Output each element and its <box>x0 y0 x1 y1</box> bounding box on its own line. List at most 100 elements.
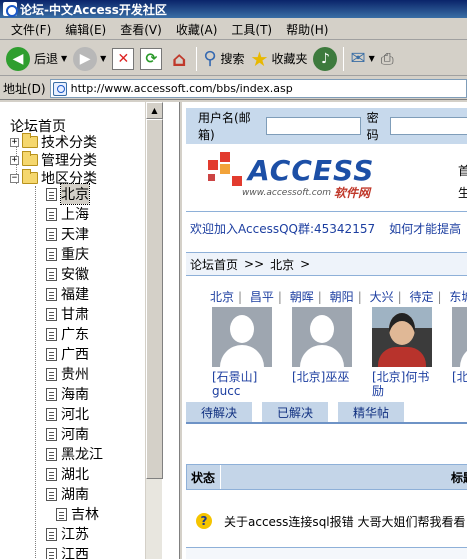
stop-button[interactable]: ✕ <box>109 45 137 73</box>
print-button[interactable]: ⎙ <box>378 45 397 73</box>
breadcrumb-current[interactable]: 北京 <box>270 256 294 273</box>
tree-leaf[interactable]: 福建 <box>46 284 89 304</box>
promo-link[interactable]: 如何才能提高 <box>389 222 461 236</box>
refresh-icon: ⟳ <box>140 47 163 70</box>
open-folder-icon <box>22 169 38 184</box>
refresh-button[interactable]: ⟳ <box>137 45 165 73</box>
back-button[interactable]: ◀ 后退 ▼ <box>3 45 70 73</box>
moderator-card[interactable]: [北京]何书励 <box>372 307 442 398</box>
tree-leaf-label: 吉林 <box>71 507 99 523</box>
tree-leaf-label: 湖南 <box>61 487 89 503</box>
topic-filter-tabs: 待解决 已解决 精华帖 <box>186 402 467 424</box>
favorites-button[interactable]: ★ 收藏夹 <box>248 45 311 73</box>
tree-leaf[interactable]: 甘肃 <box>46 304 89 324</box>
region-link[interactable]: 朝晖 <box>290 290 314 304</box>
table-row[interactable]: ? 关于access连接sql报错 大哥大姐们帮我看看 <box>186 506 467 536</box>
document-icon <box>46 407 57 421</box>
avatar[interactable] <box>212 307 272 367</box>
topic-title[interactable]: 关于access连接sql报错 大哥大姐们帮我看看 <box>224 513 465 530</box>
logo-blocks-icon <box>208 152 248 192</box>
moderator-card[interactable]: [石景山] gucc <box>212 307 282 398</box>
tree-leaf[interactable]: 河北 <box>46 404 89 424</box>
region-link[interactable]: 大兴 <box>370 290 394 304</box>
breadcrumb-home[interactable]: 论坛首页 <box>190 256 238 273</box>
tree-leaf-label: 广东 <box>61 327 89 343</box>
menu-favorites[interactable]: 收藏(A) <box>169 21 225 38</box>
avatar[interactable] <box>292 307 352 367</box>
moderator-name[interactable]: [石景山] gucc <box>212 370 282 398</box>
tree-node-tech[interactable]: + 技术分类 <box>10 133 97 151</box>
forward-dropdown-icon[interactable]: ▼ <box>100 54 106 63</box>
tab-unsolved[interactable]: 待解决 <box>186 402 252 422</box>
menu-view[interactable]: 查看(V) <box>113 21 169 38</box>
tree-leaf-label: 贵州 <box>61 367 89 383</box>
region-link[interactable]: 朝阳 <box>330 290 354 304</box>
tree-leaf[interactable]: 湖南 <box>46 484 89 504</box>
tree-leaf[interactable]: 安徽 <box>46 264 89 284</box>
home-button[interactable]: ⌂ <box>165 45 193 73</box>
tree-leaf-label: 北京 <box>60 183 90 205</box>
forward-button[interactable]: ▶ ▼ <box>70 45 109 73</box>
document-icon <box>46 367 57 381</box>
scroll-thumb[interactable] <box>146 119 163 479</box>
tree-leaf[interactable]: 湖北 <box>46 464 89 484</box>
menu-tools[interactable]: 工具(T) <box>224 21 279 38</box>
tree-leaf[interactable]: 天津 <box>46 224 89 244</box>
back-arrow-icon: ◀ <box>6 46 30 71</box>
header-link[interactable]: 首 <box>458 160 467 182</box>
welcome-text[interactable]: 欢迎加入AccessQQ群:45342157 <box>190 222 375 236</box>
region-link[interactable]: 待定 <box>409 290 433 304</box>
tree-leaf[interactable]: 黑龙江 <box>46 444 103 464</box>
scroll-up-icon[interactable]: ▲ <box>146 102 163 119</box>
topic-table-header: 状态 标题 <box>186 464 467 490</box>
address-input[interactable]: http://www.accessoft.com/bbs/index.asp <box>49 79 467 98</box>
tree-leaf[interactable]: 江西 <box>46 544 89 559</box>
menu-help[interactable]: 帮助(H) <box>279 21 335 38</box>
tree-leaf[interactable]: 贵州 <box>46 364 89 384</box>
main-content: 用户名(邮箱) 密码 ACCESS www.accessoft.com 软件网 … <box>180 102 467 559</box>
avatar[interactable] <box>372 307 432 367</box>
welcome-bar: 欢迎加入AccessQQ群:45342157 如何才能提高 <box>186 220 467 240</box>
tree-leaf-beijing[interactable]: 北京 <box>46 183 90 205</box>
menu-edit[interactable]: 编辑(E) <box>58 21 113 38</box>
password-input[interactable] <box>390 117 467 135</box>
back-dropdown-icon[interactable]: ▼ <box>61 54 67 63</box>
tab-featured[interactable]: 精华帖 <box>338 402 404 422</box>
header-link[interactable]: 生 <box>458 182 467 204</box>
printer-icon: ⎙ <box>380 48 394 68</box>
moderator-card[interactable]: [北 <box>452 307 467 384</box>
login-bar: 用户名(邮箱) 密码 <box>186 108 467 144</box>
tree-leaf[interactable]: 上海 <box>46 204 89 224</box>
collapse-icon[interactable]: − <box>10 173 19 183</box>
search-button[interactable]: ⚲ 搜索 <box>200 45 247 73</box>
tree-node-management[interactable]: + 管理分类 <box>10 151 97 169</box>
region-link[interactable]: 昌平 <box>250 290 274 304</box>
tree-leaf[interactable]: 重庆 <box>46 244 89 264</box>
moderator-card[interactable]: [北京]巫巫 <box>292 307 362 384</box>
tree-leaf[interactable]: 广西 <box>46 344 89 364</box>
avatar[interactable] <box>452 307 467 367</box>
tree-leaf[interactable]: 吉林 <box>56 504 99 524</box>
tree-leaf[interactable]: 江苏 <box>46 524 89 544</box>
address-url: http://www.accessoft.com/bbs/index.asp <box>70 82 293 95</box>
username-input[interactable] <box>265 117 361 135</box>
tree-scrollbar[interactable]: ▲ <box>145 102 163 559</box>
mail-dropdown-icon[interactable]: ▼ <box>369 54 375 63</box>
region-link[interactable]: 东城 <box>449 290 467 304</box>
expand-icon[interactable]: + <box>10 155 19 165</box>
region-link[interactable]: 北京 <box>210 290 234 304</box>
mail-button[interactable]: ✉ ▼ <box>347 45 377 73</box>
mail-icon: ✉ <box>350 48 366 69</box>
document-icon <box>46 267 57 281</box>
tree-leaf[interactable]: 海南 <box>46 384 89 404</box>
moderator-name[interactable]: [北京]巫巫 <box>292 370 362 384</box>
menu-file[interactable]: 文件(F) <box>4 21 58 38</box>
tab-solved[interactable]: 已解决 <box>262 402 328 422</box>
tree-leaf[interactable]: 河南 <box>46 424 89 444</box>
breadcrumb-sep: > <box>254 257 265 271</box>
tree-leaf[interactable]: 广东 <box>46 324 89 344</box>
expand-icon[interactable]: + <box>10 137 19 147</box>
media-button[interactable]: ♪ <box>310 45 340 73</box>
moderator-name[interactable]: [北 <box>452 370 467 384</box>
moderator-name[interactable]: [北京]何书励 <box>372 370 442 398</box>
